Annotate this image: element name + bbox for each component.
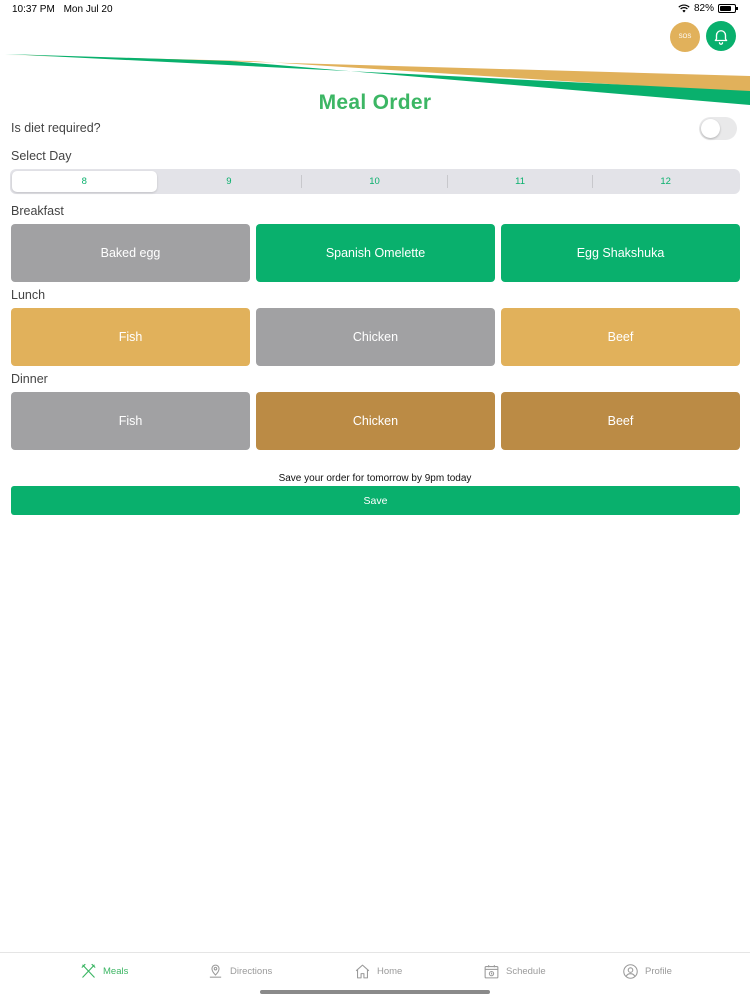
bell-icon [714,30,728,45]
lunch-option[interactable]: Fish [11,308,250,366]
page-title: Meal Order [318,91,432,114]
sos-label: SOS [678,34,692,40]
save-note: Save your order for tomorrow by 9pm toda… [278,473,472,484]
tab-home[interactable]: Home [354,963,402,980]
dinner-label: Dinner [11,372,48,386]
battery-icon [718,4,738,13]
breakfast-option[interactable]: Egg Shakshuka [501,224,740,282]
wifi-icon [678,4,690,13]
tab-schedule-label: Schedule [506,966,546,977]
breakfast-label: Breakfast [11,204,64,218]
status-date: Mon Jul 20 [63,4,113,15]
dinner-options: Fish Chicken Beef [11,392,740,450]
day-segment-8[interactable]: 8 [12,171,157,192]
tab-directions[interactable]: Directions [207,963,272,980]
day-segment-9[interactable]: 9 [157,171,302,192]
tab-directions-label: Directions [230,966,273,977]
dinner-option[interactable]: Fish [11,392,250,450]
status-bar: 10:37 PM Mon Jul 20 82% [0,0,750,18]
tab-profile-label: Profile [645,966,672,977]
day-selector: 8 9 10 11 12 [10,169,740,194]
lunch-option[interactable]: Beef [501,308,740,366]
tab-home-label: Home [377,966,403,977]
sos-button[interactable]: SOS [670,22,700,52]
breakfast-options: Baked egg Spanish Omelette Egg Shakshuka [11,224,740,282]
day-segment-10[interactable]: 10 [302,171,447,192]
diet-label: Is diet required? [11,121,101,135]
dinner-option[interactable]: Beef [501,392,740,450]
tab-meals[interactable]: Meals [80,963,128,980]
breakfast-option[interactable]: Baked egg [11,224,250,282]
dinner-option[interactable]: Chicken [256,392,495,450]
save-button[interactable]: Save [11,486,740,515]
breakfast-option[interactable]: Spanish Omelette [256,224,495,282]
notifications-button[interactable] [706,21,736,51]
calendar-icon [484,965,499,979]
status-time: 10:37 PM [12,4,55,15]
tab-meals-label: Meals [103,966,129,977]
tab-schedule[interactable]: Schedule [483,963,546,980]
battery-percent: 82% [693,3,714,14]
home-indicator [260,990,490,994]
lunch-label: Lunch [11,288,46,302]
day-segment-12[interactable]: 12 [593,171,738,192]
lunch-option[interactable]: Chicken [256,308,495,366]
tab-profile[interactable]: Profile [622,963,672,980]
user-icon [623,964,638,979]
map-pin-icon [209,964,222,978]
utensils-icon [81,963,96,978]
diet-toggle[interactable] [699,117,737,140]
select-day-label: Select Day [11,149,72,163]
home-icon [355,964,370,979]
toggle-knob [701,119,720,138]
lunch-options: Fish Chicken Beef [11,308,740,366]
day-segment-11[interactable]: 11 [448,171,593,192]
